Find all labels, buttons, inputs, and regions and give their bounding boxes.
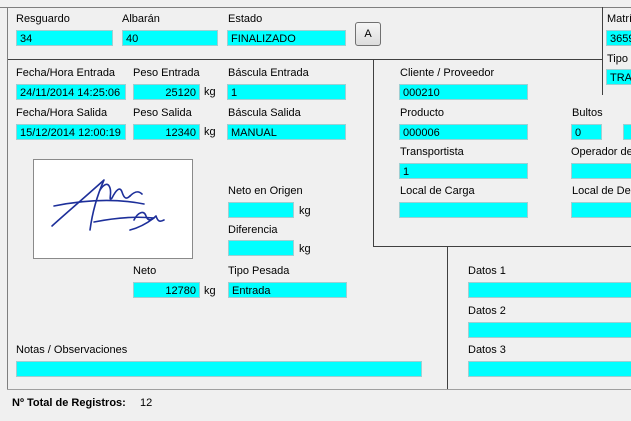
local-carga-label: Local de Carga — [400, 185, 475, 197]
local-descarga-field[interactable] — [571, 202, 631, 218]
bascula-entrada-label: Báscula Entrada — [228, 67, 309, 79]
bascula-salida-label: Báscula Salida — [228, 107, 301, 119]
diferencia-unit: kg — [299, 243, 311, 255]
tipo-pesada-label: Tipo Pesada — [228, 265, 290, 277]
neto-origen-field[interactable] — [228, 202, 294, 218]
producto-field[interactable]: 000006 — [399, 124, 528, 140]
operador-field[interactable] — [571, 163, 631, 179]
diferencia-label: Diferencia — [228, 224, 278, 236]
signature-image — [51, 179, 165, 231]
fecha-entrada-label: Fecha/Hora Entrada — [16, 67, 116, 79]
notas-label: Notas / Observaciones — [16, 344, 128, 356]
fecha-entrada-field[interactable]: 24/11/2014 14:25:06 — [16, 84, 126, 100]
datos2-label: Datos 2 — [468, 305, 506, 317]
datos-separator — [447, 247, 448, 389]
client-box-left-border — [373, 59, 374, 246]
local-carga-field[interactable] — [399, 202, 528, 218]
datos2-field[interactable] — [468, 322, 631, 338]
statusbar: Nº Total de Registros: 12 — [0, 390, 631, 421]
operador-label: Operador de — [571, 146, 631, 158]
tipo-field[interactable]: TRA — [606, 69, 631, 85]
peso-salida-label: Peso Salida — [133, 107, 192, 119]
frame-top-border — [0, 7, 631, 8]
tipo-pesada-field[interactable]: Entrada — [228, 282, 347, 298]
transportista-field[interactable]: 1 — [399, 163, 528, 179]
neto-origen-unit: kg — [299, 205, 311, 217]
notas-field[interactable] — [16, 361, 422, 377]
cliente-field[interactable]: 000210 — [399, 84, 528, 100]
header-separator — [8, 59, 602, 60]
albaran-field[interactable]: 40 — [122, 30, 218, 46]
client-box-bottom-border — [373, 246, 631, 247]
total-registros-value: 12 — [140, 397, 153, 409]
fecha-salida-field[interactable]: 15/12/2014 12:00:19 — [16, 124, 126, 140]
frame-left-border — [7, 7, 8, 389]
resguardo-label: Resguardo — [16, 13, 70, 25]
bultos-label: Bultos — [572, 107, 603, 119]
bultos-extra-field[interactable] — [623, 124, 631, 140]
neto-unit: kg — [204, 285, 216, 297]
local-descarga-label: Local de Des — [572, 185, 631, 197]
tipo-label: Tipo — [607, 53, 628, 65]
estado-label: Estado — [228, 13, 263, 25]
albaran-label: Albarán — [122, 13, 160, 25]
datos1-label: Datos 1 — [468, 265, 506, 277]
peso-salida-unit: kg — [204, 126, 216, 138]
peso-entrada-label: Peso Entrada — [133, 67, 200, 79]
peso-salida-field[interactable]: 12340 — [133, 124, 200, 140]
datos1-field[interactable] — [468, 282, 631, 298]
total-registros-label: Nº Total de Registros: — [12, 397, 126, 409]
diferencia-field[interactable] — [228, 240, 294, 256]
neto-origen-label: Neto en Origen — [228, 185, 303, 197]
signature-box — [33, 159, 193, 259]
bultos-field[interactable]: 0 — [571, 124, 602, 140]
resguardo-field[interactable]: 34 — [16, 30, 113, 46]
a-button[interactable]: A — [355, 22, 381, 46]
estado-field[interactable]: FINALIZADO — [227, 30, 346, 46]
producto-label: Producto — [400, 107, 445, 119]
matricula-field[interactable]: 3659 — [606, 30, 631, 46]
fecha-salida-label: Fecha/Hora Salida — [16, 107, 108, 119]
datos3-field[interactable] — [468, 361, 631, 377]
bascula-entrada-field[interactable]: 1 — [227, 84, 346, 100]
neto-label: Neto — [133, 265, 157, 277]
bascula-salida-field[interactable]: MANUAL — [227, 124, 346, 140]
peso-entrada-field[interactable]: 25120 — [133, 84, 200, 100]
neto-field[interactable]: 12780 — [133, 282, 200, 298]
peso-entrada-unit: kg — [204, 86, 216, 98]
datos3-label: Datos 3 — [468, 344, 506, 356]
cliente-label: Cliente / Proveedor — [400, 67, 495, 79]
transportista-label: Transportista — [400, 146, 464, 158]
matricula-group-border — [602, 7, 603, 95]
matricula-label: Matrí — [607, 13, 631, 25]
